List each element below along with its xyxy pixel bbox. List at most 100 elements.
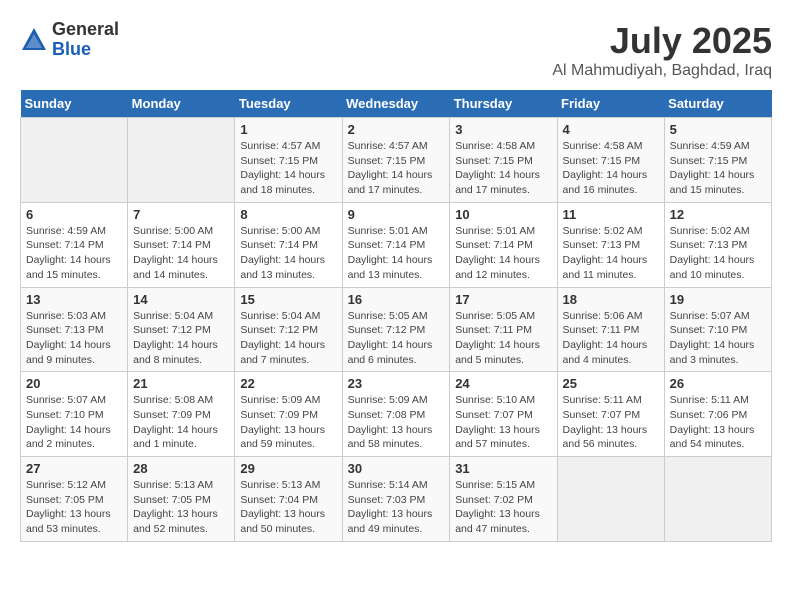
- header-thursday: Thursday: [450, 90, 557, 118]
- day-info: Sunrise: 4:58 AM Sunset: 7:15 PM Dayligh…: [455, 139, 551, 198]
- calendar-cell: 9 Sunrise: 5:01 AM Sunset: 7:14 PM Daylig…: [342, 202, 450, 287]
- calendar-header-row: Sunday Monday Tuesday Wednesday Thursday…: [21, 90, 772, 118]
- day-number: 6: [26, 207, 122, 222]
- calendar-week-3: 13Sunrise: 5:03 AM Sunset: 7:13 PM Dayli…: [21, 287, 772, 372]
- day-info: Sunrise: 5:00 AM Sunset: 7:14 PM Dayligh…: [133, 224, 229, 283]
- calendar-cell: 17 Sunrise: 5:05 AM Sunset: 7:11 PM Dayli…: [450, 287, 557, 372]
- calendar-week-1: 1 Sunrise: 4:57 AM Sunset: 7:15 PM Daylig…: [21, 118, 772, 203]
- calendar-cell: 16Sunrise: 5:05 AM Sunset: 7:12 PM Dayli…: [342, 287, 450, 372]
- calendar-cell: [664, 457, 771, 542]
- calendar-cell: [128, 118, 235, 203]
- calendar-cell: 1 Sunrise: 4:57 AM Sunset: 7:15 PM Daylig…: [235, 118, 342, 203]
- day-info: Sunrise: 5:05 AM Sunset: 7:11 PM Dayligh…: [455, 309, 551, 368]
- calendar-cell: 13Sunrise: 5:03 AM Sunset: 7:13 PM Dayli…: [21, 287, 128, 372]
- day-info: Sunrise: 5:08 AM Sunset: 7:09 PM Dayligh…: [133, 393, 229, 452]
- calendar-cell: 2 Sunrise: 4:57 AM Sunset: 7:15 PM Daylig…: [342, 118, 450, 203]
- calendar-cell: 11 Sunrise: 5:02 AM Sunset: 7:13 PM Dayli…: [557, 202, 664, 287]
- day-number: 13: [26, 292, 122, 307]
- header-saturday: Saturday: [664, 90, 771, 118]
- header-wednesday: Wednesday: [342, 90, 450, 118]
- logo-blue: Blue: [52, 40, 119, 60]
- day-info: Sunrise: 5:11 AM Sunset: 7:06 PM Dayligh…: [670, 393, 766, 452]
- calendar-cell: 30Sunrise: 5:14 AM Sunset: 7:03 PM Dayli…: [342, 457, 450, 542]
- day-info: Sunrise: 5:11 AM Sunset: 7:07 PM Dayligh…: [563, 393, 659, 452]
- day-info: Sunrise: 4:57 AM Sunset: 7:15 PM Dayligh…: [240, 139, 336, 198]
- header-friday: Friday: [557, 90, 664, 118]
- header-sunday: Sunday: [21, 90, 128, 118]
- day-info: Sunrise: 5:12 AM Sunset: 7:05 PM Dayligh…: [26, 478, 122, 537]
- day-number: 31: [455, 461, 551, 476]
- day-number: 1: [240, 122, 336, 137]
- logo: General Blue: [20, 20, 119, 60]
- day-info: Sunrise: 5:04 AM Sunset: 7:12 PM Dayligh…: [133, 309, 229, 368]
- day-info: Sunrise: 4:59 AM Sunset: 7:15 PM Dayligh…: [670, 139, 766, 198]
- calendar-cell: 25 Sunrise: 5:11 AM Sunset: 7:07 PM Dayli…: [557, 372, 664, 457]
- calendar-cell: 12 Sunrise: 5:02 AM Sunset: 7:13 PM Dayli…: [664, 202, 771, 287]
- calendar-subtitle: Al Mahmudiyah, Baghdad, Iraq: [552, 62, 772, 80]
- day-info: Sunrise: 4:58 AM Sunset: 7:15 PM Dayligh…: [563, 139, 659, 198]
- calendar-cell: 21 Sunrise: 5:08 AM Sunset: 7:09 PM Dayli…: [128, 372, 235, 457]
- day-number: 5: [670, 122, 766, 137]
- day-number: 22: [240, 376, 336, 391]
- calendar-week-5: 27 Sunrise: 5:12 AM Sunset: 7:05 PM Dayli…: [21, 457, 772, 542]
- calendar-title: July 2025: [552, 20, 772, 62]
- day-info: Sunrise: 5:15 AM Sunset: 7:02 PM Dayligh…: [455, 478, 551, 537]
- day-number: 19: [670, 292, 766, 307]
- day-number: 11: [563, 207, 659, 222]
- day-number: 18: [563, 292, 659, 307]
- calendar-cell: 8Sunrise: 5:00 AM Sunset: 7:14 PM Daylig…: [235, 202, 342, 287]
- day-number: 23: [348, 376, 445, 391]
- day-info: Sunrise: 5:00 AM Sunset: 7:14 PM Dayligh…: [240, 224, 336, 283]
- day-number: 29: [240, 461, 336, 476]
- day-info: Sunrise: 5:01 AM Sunset: 7:14 PM Dayligh…: [455, 224, 551, 283]
- day-number: 14: [133, 292, 229, 307]
- header-tuesday: Tuesday: [235, 90, 342, 118]
- calendar-cell: 14 Sunrise: 5:04 AM Sunset: 7:12 PM Dayli…: [128, 287, 235, 372]
- calendar-week-4: 20Sunrise: 5:07 AM Sunset: 7:10 PM Dayli…: [21, 372, 772, 457]
- calendar-cell: 28Sunrise: 5:13 AM Sunset: 7:05 PM Dayli…: [128, 457, 235, 542]
- day-info: Sunrise: 4:59 AM Sunset: 7:14 PM Dayligh…: [26, 224, 122, 283]
- day-number: 30: [348, 461, 445, 476]
- calendar-cell: 3Sunrise: 4:58 AM Sunset: 7:15 PM Daylig…: [450, 118, 557, 203]
- day-info: Sunrise: 5:04 AM Sunset: 7:12 PM Dayligh…: [240, 309, 336, 368]
- header-monday: Monday: [128, 90, 235, 118]
- day-info: Sunrise: 5:06 AM Sunset: 7:11 PM Dayligh…: [563, 309, 659, 368]
- day-number: 28: [133, 461, 229, 476]
- day-info: Sunrise: 4:57 AM Sunset: 7:15 PM Dayligh…: [348, 139, 445, 198]
- calendar-cell: 6 Sunrise: 4:59 AM Sunset: 7:14 PM Daylig…: [21, 202, 128, 287]
- day-number: 15: [240, 292, 336, 307]
- day-number: 25: [563, 376, 659, 391]
- day-number: 17: [455, 292, 551, 307]
- day-info: Sunrise: 5:07 AM Sunset: 7:10 PM Dayligh…: [670, 309, 766, 368]
- day-info: Sunrise: 5:10 AM Sunset: 7:07 PM Dayligh…: [455, 393, 551, 452]
- calendar-cell: [21, 118, 128, 203]
- day-number: 21: [133, 376, 229, 391]
- day-number: 9: [348, 207, 445, 222]
- day-number: 12: [670, 207, 766, 222]
- day-info: Sunrise: 5:09 AM Sunset: 7:08 PM Dayligh…: [348, 393, 445, 452]
- logo-text: General Blue: [52, 20, 119, 60]
- calendar-cell: 19 Sunrise: 5:07 AM Sunset: 7:10 PM Dayli…: [664, 287, 771, 372]
- calendar-cell: 26 Sunrise: 5:11 AM Sunset: 7:06 PM Dayli…: [664, 372, 771, 457]
- calendar-cell: 31 Sunrise: 5:15 AM Sunset: 7:02 PM Dayli…: [450, 457, 557, 542]
- day-number: 26: [670, 376, 766, 391]
- calendar-cell: 20Sunrise: 5:07 AM Sunset: 7:10 PM Dayli…: [21, 372, 128, 457]
- calendar-cell: 29Sunrise: 5:13 AM Sunset: 7:04 PM Dayli…: [235, 457, 342, 542]
- calendar-cell: 27 Sunrise: 5:12 AM Sunset: 7:05 PM Dayli…: [21, 457, 128, 542]
- day-number: 4: [563, 122, 659, 137]
- page-header: General Blue July 2025 Al Mahmudiyah, Ba…: [20, 20, 772, 80]
- calendar-cell: 5 Sunrise: 4:59 AM Sunset: 7:15 PM Daylig…: [664, 118, 771, 203]
- calendar-cell: 4 Sunrise: 4:58 AM Sunset: 7:15 PM Daylig…: [557, 118, 664, 203]
- day-info: Sunrise: 5:02 AM Sunset: 7:13 PM Dayligh…: [563, 224, 659, 283]
- day-number: 2: [348, 122, 445, 137]
- day-number: 27: [26, 461, 122, 476]
- logo-icon: [20, 26, 48, 54]
- day-number: 10: [455, 207, 551, 222]
- calendar-cell: 15 Sunrise: 5:04 AM Sunset: 7:12 PM Dayli…: [235, 287, 342, 372]
- day-number: 16: [348, 292, 445, 307]
- day-info: Sunrise: 5:01 AM Sunset: 7:14 PM Dayligh…: [348, 224, 445, 283]
- calendar-cell: 10 Sunrise: 5:01 AM Sunset: 7:14 PM Dayli…: [450, 202, 557, 287]
- title-block: July 2025 Al Mahmudiyah, Baghdad, Iraq: [552, 20, 772, 80]
- day-info: Sunrise: 5:02 AM Sunset: 7:13 PM Dayligh…: [670, 224, 766, 283]
- calendar-table: Sunday Monday Tuesday Wednesday Thursday…: [20, 90, 772, 542]
